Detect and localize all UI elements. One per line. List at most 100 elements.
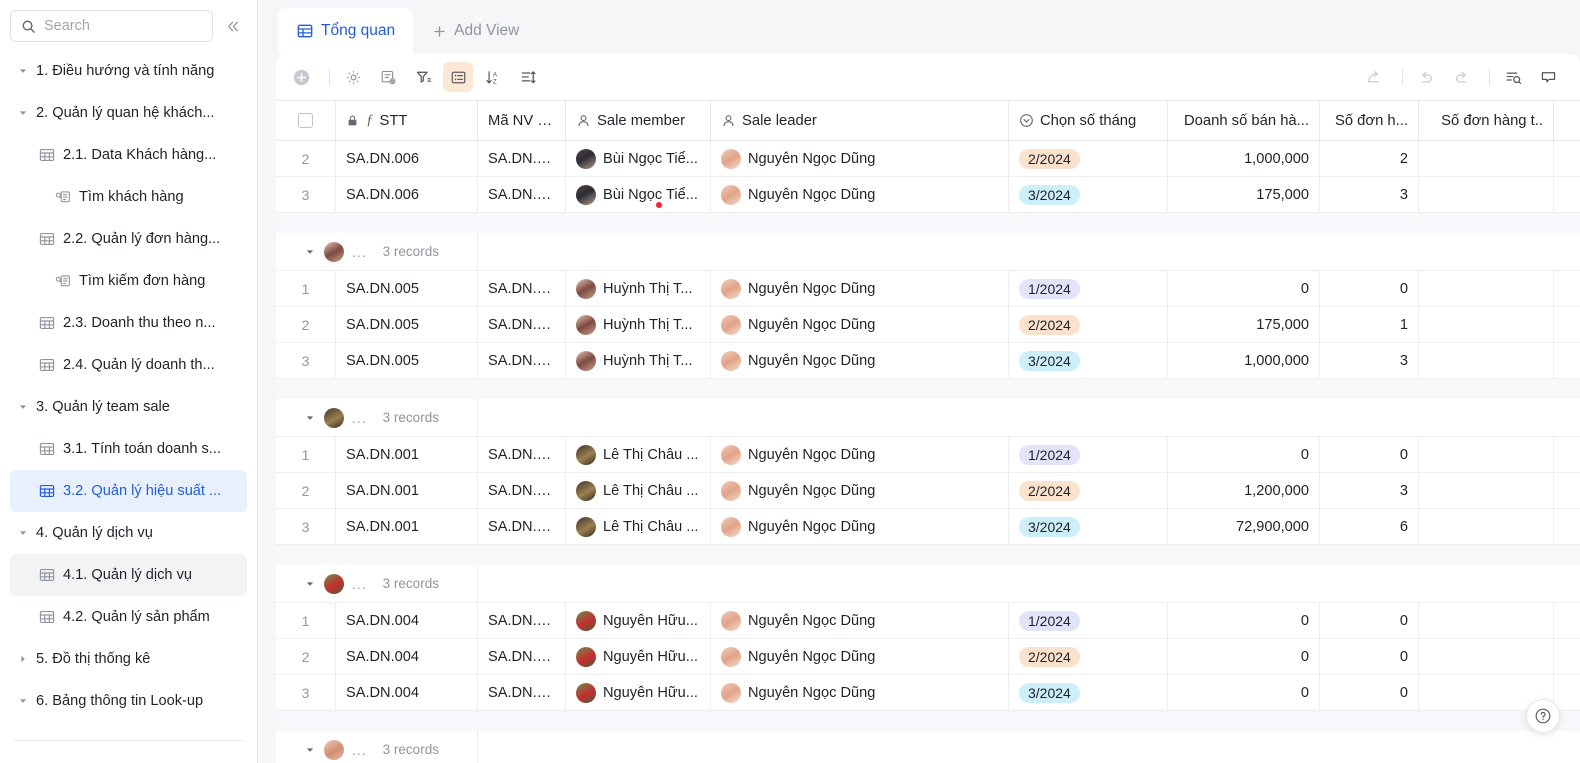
cell-orders[interactable]: 0 [1320,437,1419,472]
cell-revenue[interactable]: 72,900,000 [1168,509,1320,544]
sidebar-collapse-button[interactable] [219,13,245,39]
sidebar-item-2[interactable]: 2. Quản lý quan hệ khách... [10,92,247,134]
cell-sale-leader[interactable]: Nguyễn Ngọc Dũng [711,343,1009,378]
cell-orders[interactable]: 2 [1320,141,1419,176]
sidebar-item-10[interactable]: 3.1. Tính toán doanh s... [10,428,247,470]
cell-revenue[interactable]: 0 [1168,603,1320,638]
cell-stt-code[interactable]: SA.DN.005 [336,307,478,342]
table-row[interactable]: 3 SA.DN.001 SA.DN.0... Lê Thị Châu ... Nguyễ… [276,509,1580,545]
group-header-left[interactable]: ... 3 records [276,399,478,436]
sidebar-item-6[interactable]: Tìm kiếm đơn hàng [10,260,247,302]
cell-sale-leader[interactable]: Nguyễn Ngọc Dũng [711,177,1009,212]
field-config-button[interactable] [373,62,403,92]
data-grid[interactable]: ƒ STT Mã NV S... Sale member Sale leader C… [276,100,1580,763]
table-row[interactable]: 3 SA.DN.004 SA.DN.0... Nguyễn Hữu... Nguyễn … [276,675,1580,711]
cell-orders[interactable]: 3 [1320,177,1419,212]
sidebar-item-9[interactable]: 3. Quản lý team sale [10,386,247,428]
table-row[interactable]: 2 SA.DN.001 SA.DN.0... Lê Thị Châu ... Nguyễ… [276,473,1580,509]
row-number[interactable]: 2 [276,141,336,176]
cell-month[interactable]: 3/2024 [1009,343,1168,378]
tab-tong-quan[interactable]: Tổng quan [278,8,414,54]
tab-add-view[interactable]: Add View [413,8,537,54]
row-number[interactable]: 3 [276,343,336,378]
cell-sale-member[interactable]: Huỳnh Thị T... [566,271,711,306]
sidebar-item-16[interactable]: 6. Bảng thông tin Look-up [10,680,247,722]
sidebar-item-13[interactable]: 4.1. Quản lý dịch vụ [10,554,247,596]
cell-sale-member[interactable]: Huỳnh Thị T... [566,307,711,342]
cell-orders[interactable]: 3 [1320,343,1419,378]
cell-stt-code[interactable]: SA.DN.004 [336,603,478,638]
cell-sale-leader[interactable]: Nguyễn Ngọc Dũng [711,437,1009,472]
row-height-button[interactable] [513,62,543,92]
cell-orders-total[interactable] [1419,473,1554,508]
cell-orders-total[interactable] [1419,343,1554,378]
cell-orders-total[interactable] [1419,177,1554,212]
row-number[interactable]: 3 [276,675,336,710]
group-header-row[interactable]: ... 3 records [276,233,1580,271]
sidebar-item-7[interactable]: 2.3. Doanh thu theo n... [10,302,247,344]
table-row[interactable]: 3 SA.DN.005 SA.DN.0... Huỳnh Thị T... Nguyễn… [276,343,1580,379]
column-header-leader[interactable]: Sale leader [711,101,1009,140]
cell-orders[interactable]: 0 [1320,603,1419,638]
cell-orders-total[interactable] [1419,437,1554,472]
chevron-down-icon[interactable] [304,578,316,590]
sidebar-item-1[interactable]: 1. Điều hướng và tính năng [10,50,247,92]
cell-ma-nv[interactable]: SA.DN.0... [478,509,566,544]
cell-ma-nv[interactable]: SA.DN.0... [478,603,566,638]
cell-ma-nv[interactable]: SA.DN.0... [478,141,566,176]
cell-orders-total[interactable] [1419,639,1554,674]
column-header-orders2[interactable]: Số đơn hàng t.. [1419,101,1554,140]
sidebar-item-4[interactable]: Tìm khách hàng [10,176,247,218]
cell-sale-leader[interactable]: Nguyễn Ngọc Dũng [711,271,1009,306]
table-row[interactable]: 1 SA.DN.004 SA.DN.0... Nguyễn Hữu... Nguyễn … [276,603,1580,639]
sidebar-item-3[interactable]: 2.1. Data Khách hàng... [10,134,247,176]
chevron-down-icon[interactable] [16,64,30,78]
row-number[interactable]: 1 [276,437,336,472]
column-header-member[interactable]: Sale member [566,101,711,140]
cell-revenue[interactable]: 1,000,000 [1168,343,1320,378]
column-header-ma_nv[interactable]: Mã NV S... [478,101,566,140]
chevron-down-icon[interactable] [304,744,316,756]
cell-stt-code[interactable]: SA.DN.005 [336,271,478,306]
comment-button[interactable] [1533,62,1563,92]
cell-ma-nv[interactable]: SA.DN.0... [478,271,566,306]
cell-orders[interactable]: 0 [1320,271,1419,306]
cell-orders-total[interactable] [1419,307,1554,342]
cell-revenue[interactable]: 0 [1168,639,1320,674]
redo-button[interactable] [1446,62,1476,92]
table-row[interactable]: 2 SA.DN.005 SA.DN.0... Huỳnh Thị T... Nguyễn… [276,307,1580,343]
cell-revenue[interactable]: 1,000,000 [1168,141,1320,176]
column-header-month[interactable]: Chọn số tháng [1009,101,1168,140]
table-row[interactable]: 1 SA.DN.001 SA.DN.0... Lê Thị Châu ... Nguyễ… [276,437,1580,473]
row-number[interactable]: 2 [276,639,336,674]
cell-revenue[interactable]: 0 [1168,271,1320,306]
cell-orders[interactable]: 0 [1320,675,1419,710]
group-header-left[interactable]: ... 3 records [276,731,478,763]
cell-revenue[interactable]: 0 [1168,675,1320,710]
cell-revenue[interactable]: 0 [1168,437,1320,472]
cell-sale-member[interactable]: Lê Thị Châu ... [566,509,711,544]
cell-stt-code[interactable]: SA.DN.001 [336,437,478,472]
cell-orders[interactable]: 0 [1320,639,1419,674]
chevron-down-icon[interactable] [16,694,30,708]
undo-button[interactable] [1411,62,1441,92]
cell-month[interactable]: 1/2024 [1009,437,1168,472]
cell-stt-code[interactable]: SA.DN.006 [336,177,478,212]
sidebar-item-5[interactable]: 2.2. Quản lý đơn hàng... [10,218,247,260]
cell-month[interactable]: 2/2024 [1009,307,1168,342]
select-all-checkbox[interactable] [298,113,313,128]
cell-month[interactable]: 3/2024 [1009,675,1168,710]
cell-orders-total[interactable] [1419,603,1554,638]
cell-ma-nv[interactable]: SA.DN.0... [478,437,566,472]
cell-orders[interactable]: 6 [1320,509,1419,544]
chevron-down-icon[interactable] [304,412,316,424]
cell-stt-code[interactable]: SA.DN.006 [336,141,478,176]
group-header-left[interactable]: ... 3 records [276,233,478,270]
cell-month[interactable]: 2/2024 [1009,141,1168,176]
chevron-down-icon[interactable] [16,106,30,120]
chevron-down-icon[interactable] [16,526,30,540]
group-header-row[interactable]: ... 3 records [276,399,1580,437]
share-button[interactable] [1359,62,1389,92]
cell-month[interactable]: 2/2024 [1009,473,1168,508]
cell-ma-nv[interactable]: SA.DN.0... [478,177,566,212]
